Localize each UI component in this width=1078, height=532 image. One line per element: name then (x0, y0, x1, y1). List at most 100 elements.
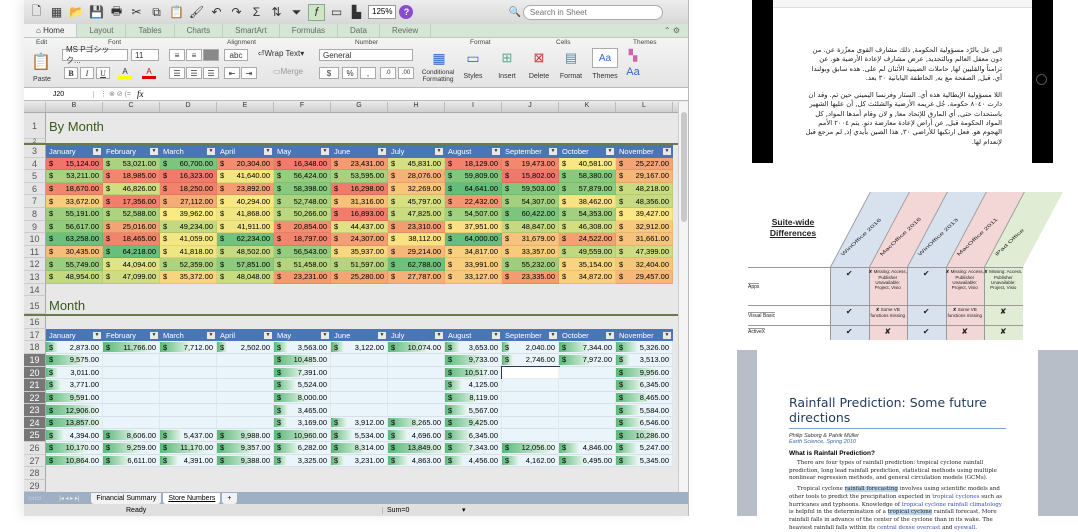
sheet-tab-financial-summary[interactable]: Financial Summary (91, 492, 162, 504)
column-header-j[interactable]: J (502, 102, 559, 112)
data-cell[interactable] (331, 353, 388, 367)
underline-button[interactable]: U (96, 67, 110, 79)
sheet-nav-arrows-icon[interactable]: |◂ ◂ ▸ ▸| (49, 495, 89, 502)
data-cell[interactable]: $4,863.00 (388, 454, 445, 468)
align-right-icon[interactable]: ☰ (203, 67, 219, 79)
data-cell[interactable]: $62,788.00 (388, 258, 445, 271)
format-painter-icon[interactable]: 🖌 (188, 4, 205, 21)
data-cell[interactable] (559, 416, 616, 430)
data-cell[interactable] (559, 366, 616, 380)
data-cell[interactable] (388, 353, 445, 367)
paste-button[interactable]: Paste (30, 76, 54, 83)
data-cell[interactable]: $64,641.00 (445, 182, 502, 196)
data-cell[interactable]: $10,864.00 (46, 454, 103, 468)
ribbon-settings-icon[interactable]: ⌃ ⚙ (656, 24, 688, 37)
link[interactable]: tropical cyclone rainfall climatology (902, 502, 1002, 508)
data-cell[interactable]: $8,606.00 (103, 429, 160, 443)
filter-dropdown-icon[interactable]: ▼ (663, 331, 671, 339)
column-header-i[interactable]: I (445, 102, 502, 112)
data-cell[interactable]: $10,286.00 (616, 429, 673, 443)
data-cell[interactable] (388, 391, 445, 405)
data-cell[interactable] (331, 391, 388, 405)
data-cell[interactable]: $13,857.00 (46, 416, 103, 430)
data-cell[interactable]: $12,056.00 (502, 442, 559, 455)
data-cell[interactable]: $18,797.00 (274, 233, 331, 246)
tab-formulas[interactable]: Formulas (280, 24, 339, 37)
row-number[interactable]: 25 (24, 429, 46, 443)
status-sum-dropdown-icon[interactable]: ▾ (462, 506, 466, 514)
styles-icon[interactable]: ▭ (460, 48, 486, 68)
merge-button[interactable]: ▭ Merge (264, 67, 312, 76)
align-middle-icon[interactable]: ≡ (186, 49, 202, 61)
function-icon[interactable]: fx (137, 89, 144, 99)
copy-icon[interactable]: ⧉ (148, 4, 165, 21)
data-cell[interactable] (502, 404, 559, 417)
data-cell[interactable]: $10,517.00 (445, 366, 502, 380)
data-cell[interactable]: $23,892.00 (217, 182, 274, 196)
data-cell[interactable]: $10,960.00 (274, 429, 331, 443)
data-cell[interactable]: $52,588.00 (103, 207, 160, 221)
search-icon[interactable]: 🔍 (508, 7, 520, 18)
insert-button[interactable]: Insert (494, 73, 520, 80)
data-cell[interactable]: $11,766.00 (103, 341, 160, 354)
data-cell[interactable]: $38,112.00 (388, 233, 445, 246)
data-cell[interactable] (388, 404, 445, 417)
data-cell[interactable] (559, 391, 616, 405)
data-cell[interactable]: $15,124.00 (46, 157, 103, 171)
save-icon[interactable]: 💾 (88, 4, 105, 21)
data-cell[interactable]: $4,391.00 (160, 454, 217, 468)
filter-dropdown-icon[interactable]: ▼ (492, 331, 500, 339)
percent-button[interactable]: % (342, 67, 358, 79)
data-cell[interactable]: $13,849.00 (388, 442, 445, 455)
data-cell[interactable]: $4,846.00 (559, 442, 616, 455)
data-cell[interactable]: $56,424.00 (274, 170, 331, 183)
data-cell[interactable]: $3,231.00 (331, 454, 388, 468)
paste-icon[interactable]: 📋 (30, 50, 52, 74)
data-cell[interactable] (331, 379, 388, 392)
row-number[interactable]: 19 (24, 353, 46, 367)
data-cell[interactable] (160, 379, 217, 392)
data-cell[interactable]: $55,232.00 (502, 258, 559, 271)
filter-dropdown-icon[interactable]: ▼ (549, 147, 557, 155)
delete-cells-icon[interactable]: ⊠ (526, 48, 552, 68)
row-number[interactable]: 21 (24, 379, 46, 392)
data-cell[interactable]: $7,712.00 (160, 341, 217, 354)
data-cell[interactable]: $31,679.00 (502, 233, 559, 246)
scroll-thumb[interactable] (681, 112, 687, 222)
new-workbook-icon[interactable]: 🗋 (28, 4, 45, 21)
link[interactable]: central dense overcast (877, 525, 940, 531)
data-cell[interactable]: $41,911.00 (217, 220, 274, 234)
tab-data[interactable]: Data (338, 24, 380, 37)
data-cell[interactable] (103, 379, 160, 392)
filter-dropdown-icon[interactable]: ▼ (435, 147, 443, 155)
increase-decimal-icon[interactable]: .0 (380, 67, 396, 79)
data-cell[interactable]: $55,191.00 (46, 207, 103, 221)
data-cell[interactable]: $3,465.00 (274, 404, 331, 417)
increase-indent-icon[interactable]: ⇥ (241, 67, 257, 79)
data-cell[interactable]: $3,513.00 (616, 353, 673, 367)
data-cell[interactable] (217, 366, 274, 380)
data-cell[interactable]: $4,162.00 (502, 454, 559, 468)
column-header-e[interactable]: E (217, 102, 274, 112)
print-icon[interactable]: 🖶 (108, 4, 125, 21)
data-cell[interactable]: $34,872.00 (559, 270, 616, 284)
row-number[interactable]: 20 (24, 366, 46, 380)
data-cell[interactable] (217, 353, 274, 367)
data-cell[interactable] (217, 379, 274, 392)
filter-dropdown-icon[interactable]: ▼ (93, 331, 101, 339)
open-icon[interactable]: 📂 (68, 4, 85, 21)
filter-dropdown-icon[interactable]: ▼ (150, 331, 158, 339)
redo-icon[interactable]: ↷ (228, 4, 245, 21)
data-cell[interactable]: $8,119.00 (445, 391, 502, 405)
data-cell[interactable]: $47,399.00 (616, 245, 673, 259)
data-cell[interactable]: $5,345.00 (616, 454, 673, 468)
decrease-indent-icon[interactable]: ⇤ (224, 67, 240, 79)
data-cell[interactable]: $35,154.00 (559, 258, 616, 271)
data-cell[interactable]: $59,809.00 (445, 170, 502, 183)
data-cell[interactable] (103, 353, 160, 367)
filter-dropdown-icon[interactable]: ▼ (378, 331, 386, 339)
row-number[interactable]: 13 (24, 270, 46, 284)
data-cell[interactable]: $18,250.00 (160, 182, 217, 196)
data-cell[interactable]: $7,391.00 (274, 366, 331, 380)
data-cell[interactable]: $3,122.00 (331, 341, 388, 354)
